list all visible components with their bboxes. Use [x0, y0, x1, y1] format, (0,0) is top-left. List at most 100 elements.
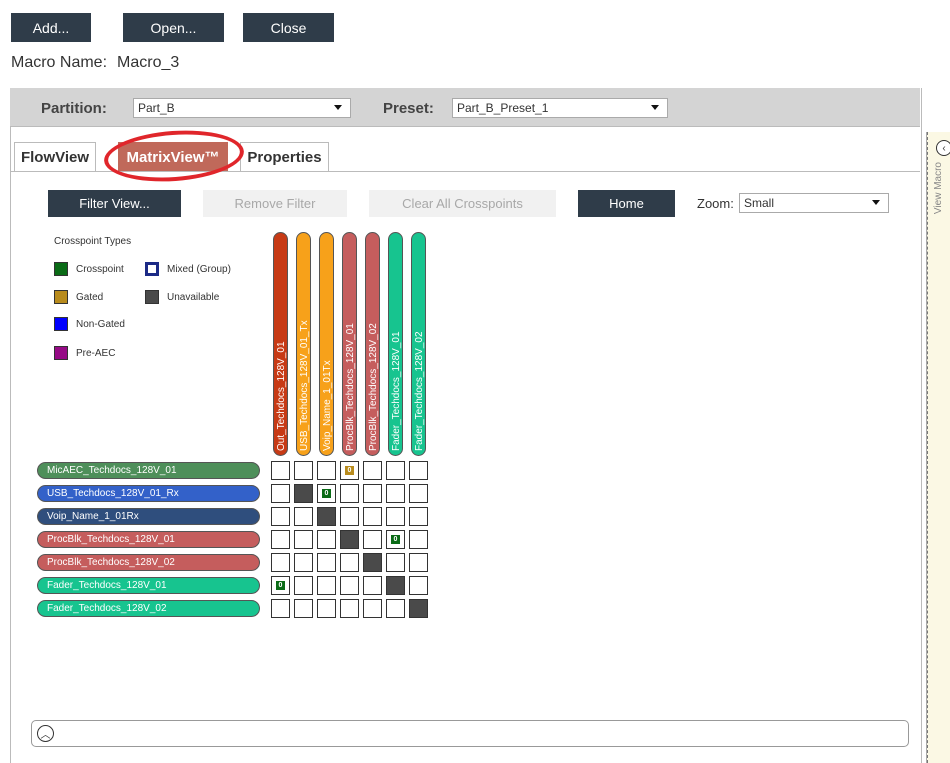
filter-view-button[interactable]: Filter View...: [48, 190, 181, 217]
matrix-cell[interactable]: [386, 461, 405, 480]
matrix-cell[interactable]: [409, 484, 428, 503]
legend-item: Gated: [54, 290, 103, 304]
matrix-cell[interactable]: [271, 507, 290, 526]
matrix-cell[interactable]: [409, 507, 428, 526]
matrix-cell[interactable]: [294, 484, 313, 503]
matrix-cell[interactable]: [340, 507, 359, 526]
matrix-cell[interactable]: 0: [317, 484, 336, 503]
legend-label: Gated: [76, 291, 104, 303]
matrix-cell[interactable]: [363, 484, 382, 503]
matrix-cell[interactable]: [340, 484, 359, 503]
matrix-cell[interactable]: [271, 530, 290, 549]
matrix-cell[interactable]: [294, 461, 313, 480]
matrix-row-header[interactable]: USB_Techdocs_128V_01_Rx: [37, 485, 260, 502]
matrix-cell[interactable]: [386, 599, 405, 618]
matrix-cell[interactable]: [386, 507, 405, 526]
matrix-cell[interactable]: [317, 576, 336, 595]
matrix-cell[interactable]: [294, 553, 313, 572]
matrix-column-label: ProcBlk_Techdocs_128V_02: [368, 323, 379, 451]
matrix-cell[interactable]: [317, 461, 336, 480]
zoom-label: Zoom:: [697, 196, 734, 211]
matrix-cell[interactable]: [271, 461, 290, 480]
matrix-row-header[interactable]: ProcBlk_Techdocs_128V_01: [37, 531, 260, 548]
matrix-cell[interactable]: 0: [340, 461, 359, 480]
matrix-row-header[interactable]: MicAEC_Techdocs_128V_01: [37, 462, 260, 479]
matrix-cell[interactable]: [409, 576, 428, 595]
matrix-cell[interactable]: [409, 553, 428, 572]
tab-properties[interactable]: Properties: [240, 142, 329, 171]
legend-item: Pre-AEC: [54, 346, 115, 360]
matrix-column-label: USB_Techdocs_128V_01_Tx: [299, 320, 310, 451]
matrix-cell[interactable]: [317, 553, 336, 572]
chevron-left-icon[interactable]: ‹: [936, 140, 950, 156]
home-button[interactable]: Home: [578, 190, 675, 217]
matrix-column-header[interactable]: ProcBlk_Techdocs_128V_02: [365, 232, 380, 456]
matrix-cell[interactable]: [271, 484, 290, 503]
matrix-column-header[interactable]: Voip_Name_1_01Tx: [319, 232, 334, 456]
matrix-cell[interactable]: [317, 599, 336, 618]
matrix-column-label: Out_Techdocs_128V_01: [276, 341, 287, 451]
matrix-cell[interactable]: [363, 576, 382, 595]
matrix-cell[interactable]: [363, 461, 382, 480]
legend-swatch: [54, 317, 68, 331]
legend-item: Mixed (Group): [145, 262, 231, 276]
matrix-row-header[interactable]: Fader_Techdocs_128V_02: [37, 600, 260, 617]
matrix-cell[interactable]: [271, 599, 290, 618]
bottom-bar: ︿: [31, 720, 909, 747]
legend-item: Non-Gated: [54, 317, 125, 331]
matrix-column-header[interactable]: ProcBlk_Techdocs_128V_01: [342, 232, 357, 456]
clear-all-crosspoints-button[interactable]: Clear All Crosspoints: [369, 190, 556, 217]
matrix-column-header[interactable]: Fader_Techdocs_128V_01: [388, 232, 403, 456]
matrix-cell[interactable]: [363, 553, 382, 572]
matrix-cell[interactable]: [386, 484, 405, 503]
preset-select[interactable]: Part_B_Preset_1: [452, 98, 668, 118]
matrix-cell[interactable]: [271, 553, 290, 572]
matrix-cell[interactable]: [409, 599, 428, 618]
open-button[interactable]: Open...: [123, 13, 224, 42]
matrix-cell[interactable]: [340, 599, 359, 618]
matrix-cell[interactable]: 0: [271, 576, 290, 595]
zoom-select[interactable]: Small: [739, 193, 889, 213]
matrix-cell[interactable]: [386, 553, 405, 572]
legend-label: Pre-AEC: [76, 347, 116, 359]
matrix-cell[interactable]: [317, 530, 336, 549]
legend-label: Unavailable: [167, 291, 220, 303]
matrix-row-header[interactable]: Fader_Techdocs_128V_01: [37, 577, 260, 594]
matrix-cell[interactable]: [409, 530, 428, 549]
partition-select[interactable]: Part_B: [133, 98, 351, 118]
matrix-cell[interactable]: [340, 576, 359, 595]
matrix-column-label: ProcBlk_Techdocs_128V_01: [345, 323, 356, 451]
add-button[interactable]: Add...: [11, 13, 91, 42]
side-panel: ‹ View Macro: [926, 132, 950, 763]
matrix-cell[interactable]: [409, 461, 428, 480]
preset-label: Preset:: [383, 100, 434, 117]
matrix-cell[interactable]: [294, 530, 313, 549]
chevron-up-icon[interactable]: ︿: [37, 725, 54, 742]
matrix-cell[interactable]: [294, 599, 313, 618]
matrix-cell[interactable]: [340, 530, 359, 549]
matrix-cell[interactable]: [363, 530, 382, 549]
matrix-cell[interactable]: [363, 599, 382, 618]
matrix-column-header[interactable]: USB_Techdocs_128V_01_Tx: [296, 232, 311, 456]
matrix-row-header[interactable]: ProcBlk_Techdocs_128V_02: [37, 554, 260, 571]
matrix-column-header[interactable]: Out_Techdocs_128V_01: [273, 232, 288, 456]
matrix-cell[interactable]: [317, 507, 336, 526]
crosspoint-marker: 0: [391, 535, 400, 544]
matrix-cell[interactable]: [294, 507, 313, 526]
legend-label: Non-Gated: [76, 318, 125, 330]
matrix-cell[interactable]: [386, 576, 405, 595]
matrix-cell[interactable]: [294, 576, 313, 595]
tab-flowview[interactable]: FlowView: [14, 142, 96, 171]
legend-title: Crosspoint Types: [54, 236, 132, 247]
partition-label: Partition:: [41, 100, 107, 117]
matrix-cell[interactable]: [340, 553, 359, 572]
close-button[interactable]: Close: [243, 13, 334, 42]
matrix-column-label: Voip_Name_1_01Tx: [322, 360, 333, 451]
matrix-column-header[interactable]: Fader_Techdocs_128V_02: [411, 232, 426, 456]
matrix-cell[interactable]: [363, 507, 382, 526]
preset-select-value: Part_B_Preset_1: [457, 101, 549, 115]
matrix-cell[interactable]: 0: [386, 530, 405, 549]
matrix-row-header[interactable]: Voip_Name_1_01Rx: [37, 508, 260, 525]
zoom-select-value: Small: [744, 196, 775, 210]
remove-filter-button[interactable]: Remove Filter: [203, 190, 347, 217]
